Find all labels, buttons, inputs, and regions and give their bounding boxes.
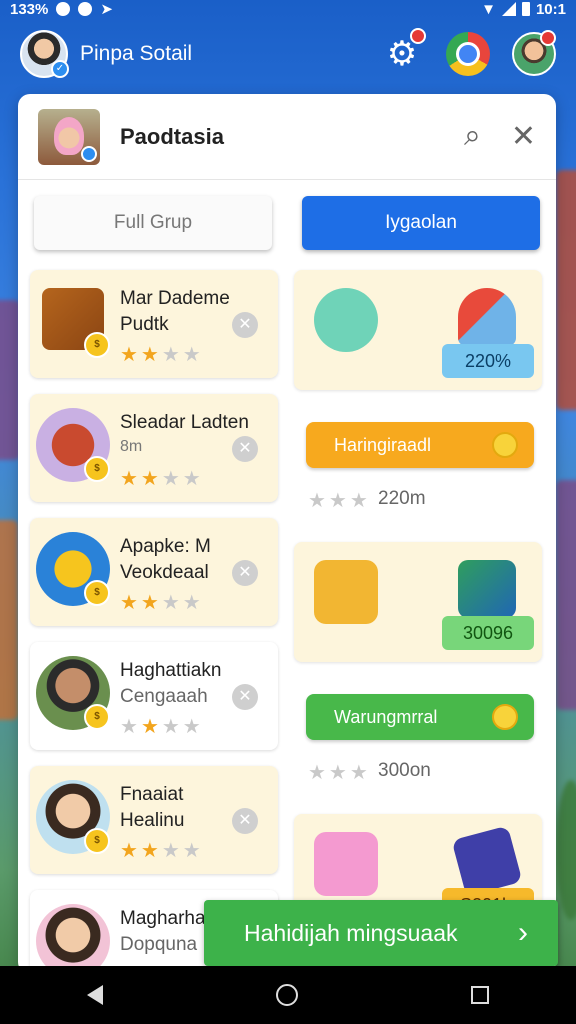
rating-stars: ★★★ bbox=[308, 490, 371, 512]
item-subtitle: Pudtk bbox=[120, 314, 169, 335]
list-item[interactable]: $ Sleadar Ladten 8m ✕ ★★★★ bbox=[30, 394, 278, 502]
panel-title: Paodtasia bbox=[120, 123, 224, 149]
remove-icon[interactable]: ✕ bbox=[232, 560, 258, 586]
list-item[interactable]: $ Mar Dademe Pudtk ✕ ★★★★ bbox=[30, 270, 278, 378]
rating-stars: ★★★★ bbox=[120, 592, 204, 614]
rating-stars: ★★★★ bbox=[120, 716, 204, 738]
notification-icon bbox=[56, 2, 71, 16]
list-item[interactable]: $ Apapke: M Veokdeaal ✕ ★★★★ bbox=[30, 518, 278, 626]
primary-cta-button[interactable]: Hahidijah mingsuaak › bbox=[204, 900, 558, 966]
progress-badge: 30096 bbox=[442, 616, 534, 650]
remove-icon[interactable]: ✕ bbox=[232, 684, 258, 710]
status-time: 10:1 bbox=[535, 0, 566, 18]
search-icon[interactable]: ⌕ bbox=[464, 119, 481, 154]
action-button[interactable]: Haringiraadl bbox=[306, 422, 534, 468]
reward-card[interactable]: 30096 bbox=[294, 542, 542, 662]
distance-label: 220m bbox=[378, 488, 426, 509]
chrome-icon[interactable] bbox=[446, 32, 490, 76]
list-item[interactable]: $ Haghattiakn Cengaaah ✕ ★★★★ bbox=[30, 642, 278, 750]
close-icon[interactable]: ✕ bbox=[511, 119, 536, 154]
item-title: Mar Dademe bbox=[120, 288, 230, 309]
system-nav-bar bbox=[0, 966, 576, 1024]
battery-icon bbox=[521, 2, 530, 16]
pink-cat-icon bbox=[314, 832, 378, 896]
action-button-label: Warungmrral bbox=[334, 706, 438, 727]
left-list: $ Mar Dademe Pudtk ✕ ★★★★ $ Sleadar Ladt… bbox=[30, 270, 278, 974]
action-card: Warungmrral ★★★ 300on bbox=[294, 678, 542, 798]
reward-card[interactable]: 220% bbox=[294, 270, 542, 390]
remove-icon[interactable]: ✕ bbox=[232, 436, 258, 462]
notification-icon bbox=[78, 2, 93, 16]
panel-header: Paodtasia ⌕ ✕ bbox=[18, 94, 556, 180]
action-button[interactable]: Warungmrral bbox=[306, 694, 534, 740]
tab-full-group[interactable]: Full Grup bbox=[34, 196, 272, 250]
send-icon: ➤ bbox=[100, 1, 113, 18]
distance-label: 300on bbox=[378, 760, 431, 781]
cta-label: Hahidijah mingsuaak bbox=[244, 919, 458, 946]
coin-icon bbox=[492, 704, 518, 730]
coin-icon: $ bbox=[84, 456, 110, 482]
coin-icon: $ bbox=[84, 828, 110, 854]
action-card: Haringiraadl ★★★ 220m bbox=[294, 406, 542, 526]
camera-icon bbox=[451, 825, 523, 897]
tab-bar: Full Grup Iygaolan bbox=[18, 180, 556, 250]
background-tree bbox=[556, 780, 576, 920]
list-item[interactable]: $ Fnaaiat Healinu ✕ ★★★★ bbox=[30, 766, 278, 874]
background-house bbox=[0, 520, 18, 720]
backpack-icon bbox=[314, 560, 378, 624]
item-title: Fnaaiat bbox=[120, 784, 184, 805]
gear-icon[interactable]: ⚙ bbox=[380, 28, 426, 76]
item-title: Apapke: M bbox=[120, 536, 211, 557]
crate-icon bbox=[458, 560, 516, 618]
item-title: Sleadar Ladten bbox=[120, 412, 249, 433]
rating-stars: ★★★ bbox=[308, 762, 371, 784]
item-subtitle: Dopquna bbox=[120, 934, 198, 955]
notification-badge bbox=[540, 30, 556, 46]
chevron-right-icon: › bbox=[518, 916, 528, 949]
background-house bbox=[0, 300, 20, 460]
item-subtitle: Veokdeaal bbox=[120, 562, 209, 583]
wifi-icon: ▼ bbox=[481, 0, 496, 18]
remove-icon[interactable]: ✕ bbox=[232, 808, 258, 834]
signal-icon bbox=[501, 2, 516, 16]
progress-badge: 220% bbox=[442, 344, 534, 378]
item-title: Magharha bbox=[120, 908, 206, 929]
home-icon[interactable] bbox=[275, 984, 298, 1006]
friend-avatar bbox=[36, 904, 110, 974]
notification-badge bbox=[410, 28, 426, 44]
right-list: 220% Haringiraadl ★★★ 220m 30096 Warungm… bbox=[294, 270, 542, 974]
tab-active[interactable]: Iygaolan bbox=[302, 196, 540, 250]
action-button-label: Haringiraadl bbox=[334, 434, 432, 455]
recent-apps-icon[interactable] bbox=[471, 986, 490, 1004]
cat-character-icon bbox=[314, 288, 378, 352]
verified-icon bbox=[81, 145, 97, 162]
profile-avatar[interactable]: ✓ bbox=[20, 30, 69, 78]
rating-stars: ★★★★ bbox=[120, 840, 204, 862]
item-title: Haghattiakn bbox=[120, 660, 222, 681]
background-house bbox=[556, 170, 576, 410]
rating-stars: ★★★★ bbox=[120, 344, 204, 366]
coin-icon: $ bbox=[84, 332, 110, 358]
background-house bbox=[556, 480, 576, 710]
verified-icon: ✓ bbox=[51, 60, 69, 78]
coin-icon: $ bbox=[84, 580, 110, 606]
avatar-face bbox=[54, 116, 84, 155]
item-subtitle: Healinu bbox=[120, 810, 185, 831]
panel-avatar bbox=[38, 108, 100, 165]
back-icon[interactable] bbox=[86, 985, 103, 1005]
status-percent: 133% bbox=[10, 0, 49, 18]
item-subtitle: 8m bbox=[120, 438, 143, 455]
coin-icon: $ bbox=[84, 704, 110, 730]
remove-icon[interactable]: ✕ bbox=[232, 312, 258, 338]
joystick-icon bbox=[458, 288, 516, 346]
app-title: Pinpa Sotail bbox=[80, 42, 193, 65]
user-avatar-icon[interactable] bbox=[512, 30, 556, 76]
coin-icon bbox=[492, 432, 518, 458]
item-subtitle: Cengaaah bbox=[120, 686, 208, 707]
rating-stars: ★★★★ bbox=[120, 468, 204, 490]
status-bar: 133% ➤ ▼ 10:1 bbox=[0, 0, 576, 19]
app-top-bar: ✓ Pinpa Sotail ⚙ bbox=[0, 22, 576, 86]
friends-panel: Paodtasia ⌕ ✕ Full Grup Iygaolan $ Mar D… bbox=[18, 94, 556, 974]
